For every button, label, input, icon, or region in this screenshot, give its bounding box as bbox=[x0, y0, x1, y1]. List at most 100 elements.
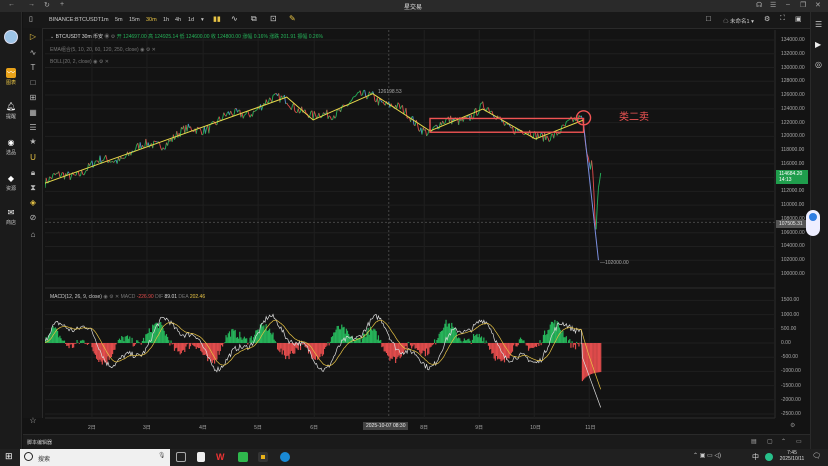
avatar[interactable] bbox=[4, 30, 18, 44]
interval-15m[interactable]: 15m bbox=[129, 17, 140, 23]
wps-icon[interactable]: W bbox=[216, 452, 226, 462]
new-tab-icon[interactable]: + bbox=[60, 1, 64, 8]
hide-icon[interactable]: ⧗ bbox=[26, 183, 40, 193]
edge-icon[interactable] bbox=[280, 452, 290, 462]
trend-line-icon[interactable]: ∿ bbox=[26, 48, 40, 57]
watchlist-icon[interactable]: ☰ bbox=[815, 20, 822, 29]
crosshair-time-label: 2025-10-07 08:30 bbox=[363, 422, 409, 430]
axis-settings-icon[interactable]: ⚙ bbox=[790, 422, 795, 429]
trading-app-icon[interactable] bbox=[258, 452, 268, 462]
panel-toggle-icon[interactable]: ▯ bbox=[29, 15, 33, 23]
panel-icon-1[interactable]: ▤ bbox=[751, 438, 757, 445]
legend-boll[interactable]: BOLL(20, 2, close) bbox=[50, 59, 92, 65]
interval-dropdown-icon[interactable]: ▾ bbox=[201, 17, 204, 23]
clock[interactable]: 7:45 2025/10/11 bbox=[778, 450, 806, 462]
ime-indicator[interactable]: 中 bbox=[752, 452, 759, 462]
price-segment bbox=[382, 101, 385, 105]
calendar-icon[interactable]: ◎ bbox=[815, 60, 822, 69]
time-tick-label: 4日 bbox=[199, 425, 207, 431]
price-segment bbox=[329, 116, 332, 120]
sidebar-item-chart[interactable]: 〰图表 bbox=[0, 68, 22, 86]
fullscreen-box-icon[interactable]: □ bbox=[706, 14, 711, 23]
price-segment bbox=[267, 97, 271, 103]
file-icon[interactable] bbox=[197, 452, 205, 462]
floating-assistant-button[interactable] bbox=[806, 210, 820, 236]
magnet-icon[interactable]: U bbox=[26, 153, 40, 162]
network-status-icon[interactable] bbox=[765, 453, 773, 461]
dif-line bbox=[45, 313, 602, 408]
interval-5m[interactable]: 5m bbox=[115, 17, 123, 23]
grid-icon[interactable]: ▦ bbox=[26, 108, 40, 117]
chart-canvas[interactable] bbox=[45, 30, 810, 435]
panel-maximize-icon[interactable]: ▭ bbox=[796, 438, 802, 445]
eye-icon[interactable]: ⊘ bbox=[26, 213, 40, 222]
price-segment bbox=[361, 90, 364, 96]
sidebar-item-store[interactable]: ✉ 商店 bbox=[0, 208, 22, 226]
play-icon[interactable]: ▶ bbox=[815, 40, 821, 49]
interval-1d[interactable]: 1d bbox=[188, 17, 194, 23]
interval-30m[interactable]: 30m bbox=[146, 17, 157, 23]
settings-icon[interactable]: ⚙ bbox=[764, 15, 770, 23]
visibility-icon[interactable]: ◉ ⚙ bbox=[104, 34, 115, 40]
panel-icon-2[interactable]: ▢ bbox=[767, 438, 773, 445]
price-segment bbox=[287, 104, 290, 107]
indicators-icon[interactable]: ∿ bbox=[231, 14, 238, 23]
rectangle-icon[interactable]: □ bbox=[26, 78, 40, 87]
lock-icon[interactable]: 🔒︎ bbox=[26, 168, 40, 178]
sidebar-item-alerts[interactable]: 🔔︎ 提醒 bbox=[0, 102, 22, 120]
price-segment bbox=[559, 132, 561, 135]
menu-icon[interactable]: ☰ bbox=[770, 1, 776, 9]
cursor-icon[interactable]: ▷ bbox=[26, 32, 40, 41]
time-tick-label: 9日 bbox=[475, 425, 484, 431]
notification-icon[interactable]: 🗨︎ bbox=[812, 452, 821, 460]
restore-icon[interactable]: ❐ bbox=[800, 1, 806, 9]
price-segment bbox=[288, 105, 291, 109]
replay-icon[interactable]: ⊡ bbox=[270, 14, 277, 23]
interval-1h[interactable]: 1h bbox=[163, 17, 169, 23]
layout-save-button[interactable]: ☁ 未命名1 ▾ bbox=[723, 17, 754, 25]
price-segment bbox=[368, 91, 371, 94]
signal-annotation[interactable]: 类二卖 bbox=[619, 108, 649, 123]
refresh-icon[interactable]: ↻ bbox=[44, 1, 50, 9]
interval-4h[interactable]: 4h bbox=[175, 17, 181, 23]
support-icon[interactable]: ☊ bbox=[756, 1, 762, 9]
price-segment bbox=[51, 173, 54, 179]
fib-icon[interactable]: ☰ bbox=[26, 123, 40, 132]
trash-icon[interactable]: ⌂ bbox=[26, 230, 40, 239]
favorite-icon[interactable]: ★ bbox=[26, 137, 40, 146]
interval-1m[interactable]: 1m bbox=[101, 17, 109, 23]
close-icon[interactable]: ✕ bbox=[815, 1, 821, 9]
forward-icon[interactable]: → bbox=[28, 1, 35, 8]
task-view-icon[interactable] bbox=[176, 452, 186, 462]
price-segment bbox=[265, 99, 268, 103]
edit-icon[interactable]: ✎ bbox=[289, 14, 296, 23]
price-segment bbox=[599, 172, 602, 182]
price-segment bbox=[153, 140, 156, 142]
pattern-icon[interactable]: ⊞ bbox=[26, 93, 40, 102]
target-icon[interactable]: ◈ bbox=[26, 198, 40, 207]
star-bottom-icon[interactable]: ☆ bbox=[26, 416, 40, 425]
price-segment bbox=[335, 109, 338, 117]
text-icon[interactable]: T bbox=[26, 63, 40, 72]
legend-macd[interactable]: MACD(12, 26, 9, close) bbox=[50, 294, 102, 300]
taskbar-search[interactable]: 搜索 🎙︎ bbox=[20, 449, 170, 466]
sidebar-item-resources[interactable]: ◆ 资源 bbox=[0, 174, 22, 192]
windows-start-icon[interactable]: ⊞ bbox=[5, 451, 13, 462]
back-icon[interactable]: ← bbox=[8, 1, 15, 8]
legend-ema[interactable]: EMA组合(5, 10, 20, 60, 120, 250, close) bbox=[50, 47, 139, 53]
macd-tick-label: -2500.00 bbox=[781, 411, 801, 417]
wechat-icon[interactable] bbox=[238, 452, 248, 462]
tray-icons[interactable]: ⌃ ▣ ▭ ◁) bbox=[693, 452, 721, 459]
price-segment bbox=[120, 156, 123, 159]
minimize-icon[interactable]: – bbox=[786, 1, 790, 8]
time-tick-label: 10日 bbox=[530, 425, 541, 431]
panel-up-icon[interactable]: ⌃ bbox=[781, 438, 786, 445]
candle-type-icon[interactable]: ▮▮ bbox=[213, 15, 221, 23]
price-segment bbox=[139, 142, 142, 149]
script-editor-tab[interactable]: 脚本编辑器 bbox=[27, 439, 52, 446]
sidebar-item-picks[interactable]: ◉ 选品 bbox=[0, 138, 22, 156]
snapshot-icon[interactable]: ▣ bbox=[795, 15, 802, 23]
symbol-selector[interactable]: BINANCE:BTCUSDT bbox=[49, 17, 101, 23]
compare-icon[interactable]: ⧉ bbox=[251, 14, 257, 24]
expand-icon[interactable]: ⛶ bbox=[780, 15, 785, 23]
